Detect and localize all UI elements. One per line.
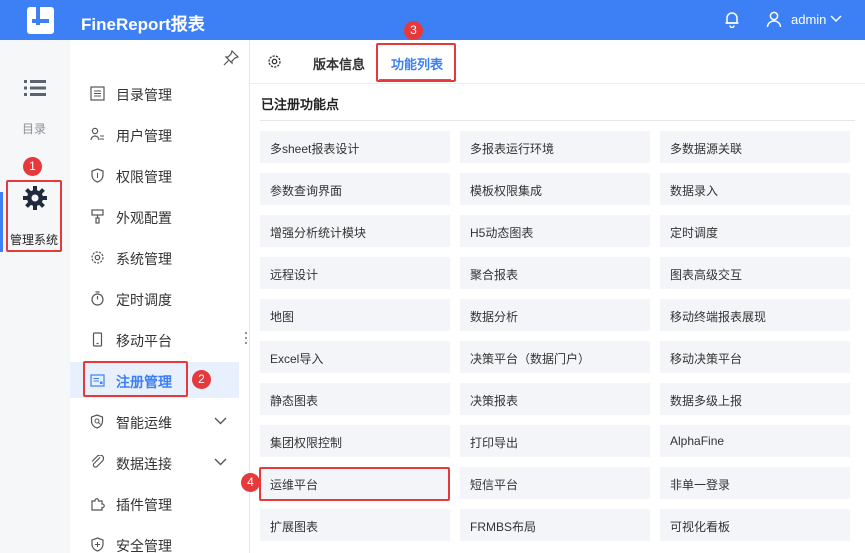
annotation-badge: 1 [23, 157, 42, 176]
feature-item: 多报表运行环境 [460, 131, 650, 163]
username[interactable]: admin [791, 12, 826, 27]
feature-item: 移动决策平台 [660, 341, 850, 373]
feature-item: 静态图表 [260, 383, 450, 415]
sidebar-item-security-management[interactable]: 安全管理 [70, 526, 239, 553]
sidebar-item-appearance-config[interactable]: 外观配置 [70, 198, 239, 234]
feature-item: 可视化看板 [660, 509, 850, 541]
resize-handle-icon[interactable] [244, 331, 248, 345]
annotation-badge: 3 [404, 21, 423, 40]
sidebar-item-data-connection[interactable]: 数据连接 [70, 444, 239, 480]
user-list-icon [90, 127, 104, 141]
sidebar-item-directory-management[interactable]: 目录管理 [70, 75, 239, 111]
sidebar-item-label: 插件管理 [116, 497, 172, 513]
sidebar-item-mobile-platform[interactable]: 移动平台 [70, 321, 239, 357]
tab-bar: 版本信息 功能列表 [250, 40, 865, 84]
list-box-icon [90, 86, 105, 101]
list-icon[interactable] [24, 79, 46, 97]
sidebar-item-label: 移动平台 [116, 333, 172, 349]
feature-item: 短信平台 [460, 467, 650, 499]
annotation-highlight [83, 361, 188, 397]
annotation-highlight [376, 43, 456, 82]
feature-item: 多sheet报表设计 [260, 131, 450, 163]
feature-item: 图表高级交互 [660, 257, 850, 289]
sidebar-item-label: 数据连接 [116, 456, 172, 472]
feature-item: AlphaFine [660, 425, 850, 457]
feature-item: 决策报表 [460, 383, 650, 415]
link-icon [91, 455, 105, 468]
gear-icon [91, 251, 104, 264]
annotation-highlight [259, 467, 450, 501]
user-icon[interactable] [766, 11, 782, 28]
brush-icon [91, 209, 104, 224]
feature-item: 数据分析 [460, 299, 650, 331]
primary-rail: 目录 管理系统 [0, 40, 70, 553]
sidebar-item-user-management[interactable]: 用户管理 [70, 116, 239, 152]
top-bar: FineReport报表 admin [0, 0, 865, 40]
mobile-icon [92, 332, 103, 347]
logo-icon[interactable] [27, 7, 54, 34]
feature-item: FRMBS布局 [460, 509, 650, 541]
sidebar-item-label: 系统管理 [116, 251, 172, 267]
feature-item: 多数据源关联 [660, 131, 850, 163]
section-title: 已注册功能点 [261, 97, 340, 112]
sidebar-item-permission-management[interactable]: 权限管理 [70, 157, 239, 193]
feature-item: 参数查询界面 [260, 173, 450, 205]
feature-item: 数据录入 [660, 173, 850, 205]
annotation-badge: 2 [192, 370, 211, 389]
feature-item: 聚合报表 [460, 257, 650, 289]
feature-item: 增强分析统计模块 [260, 215, 450, 247]
sidebar-item-intelligent-ops[interactable]: 智能运维 [70, 403, 239, 439]
search-shield-icon [90, 414, 104, 429]
feature-item: 移动终端报表展现 [660, 299, 850, 331]
shield-icon [91, 168, 104, 183]
sidebar: 目录管理 用户管理 权限管理 外观配置 系统管理 定时调度 移动平台 注册管理 … [70, 40, 250, 553]
security-icon [91, 537, 104, 552]
sidebar-item-plugin-management[interactable]: 插件管理 [70, 485, 239, 521]
feature-item: Excel导入 [260, 341, 450, 373]
rail-item-directory[interactable]: 目录 [22, 120, 46, 137]
feature-item: H5动态图表 [460, 215, 650, 247]
divider [260, 120, 855, 121]
chevron-down-icon[interactable] [829, 13, 843, 25]
feature-item: 扩展图表 [260, 509, 450, 541]
plugin-icon [91, 498, 105, 511]
feature-item: 打印导出 [460, 425, 650, 457]
sidebar-item-label: 智能运维 [116, 415, 172, 431]
sidebar-item-label: 目录管理 [116, 87, 172, 103]
feature-item: 非单一登录 [660, 467, 850, 499]
sidebar-item-label: 用户管理 [116, 128, 172, 144]
feature-item: 集团权限控制 [260, 425, 450, 457]
rail-active-indicator [0, 192, 3, 252]
feature-item: 模板权限集成 [460, 173, 650, 205]
feature-item: 地图 [260, 299, 450, 331]
app-title: FineReport报表 [81, 15, 205, 34]
sidebar-item-label: 安全管理 [116, 538, 172, 553]
feature-item: 定时调度 [660, 215, 850, 247]
sidebar-item-scheduling[interactable]: 定时调度 [70, 280, 239, 316]
feature-item: 决策平台（数据门户） [460, 341, 650, 373]
tab-version-info[interactable]: 版本信息 [313, 54, 365, 73]
sidebar-item-label: 权限管理 [116, 169, 172, 185]
pin-icon[interactable] [223, 50, 239, 66]
sidebar-item-label: 定时调度 [116, 292, 172, 308]
annotation-highlight [6, 180, 62, 252]
bell-icon[interactable] [724, 10, 740, 28]
feature-item: 数据多级上报 [660, 383, 850, 415]
gear-icon[interactable] [267, 54, 282, 69]
sidebar-item-label: 外观配置 [116, 210, 172, 226]
sidebar-item-system-management[interactable]: 系统管理 [70, 239, 239, 275]
annotation-badge: 4 [241, 473, 260, 492]
chevron-down-icon[interactable] [214, 416, 227, 426]
feature-item: 远程设计 [260, 257, 450, 289]
chevron-down-icon[interactable] [214, 457, 227, 467]
timer-icon [91, 291, 104, 306]
